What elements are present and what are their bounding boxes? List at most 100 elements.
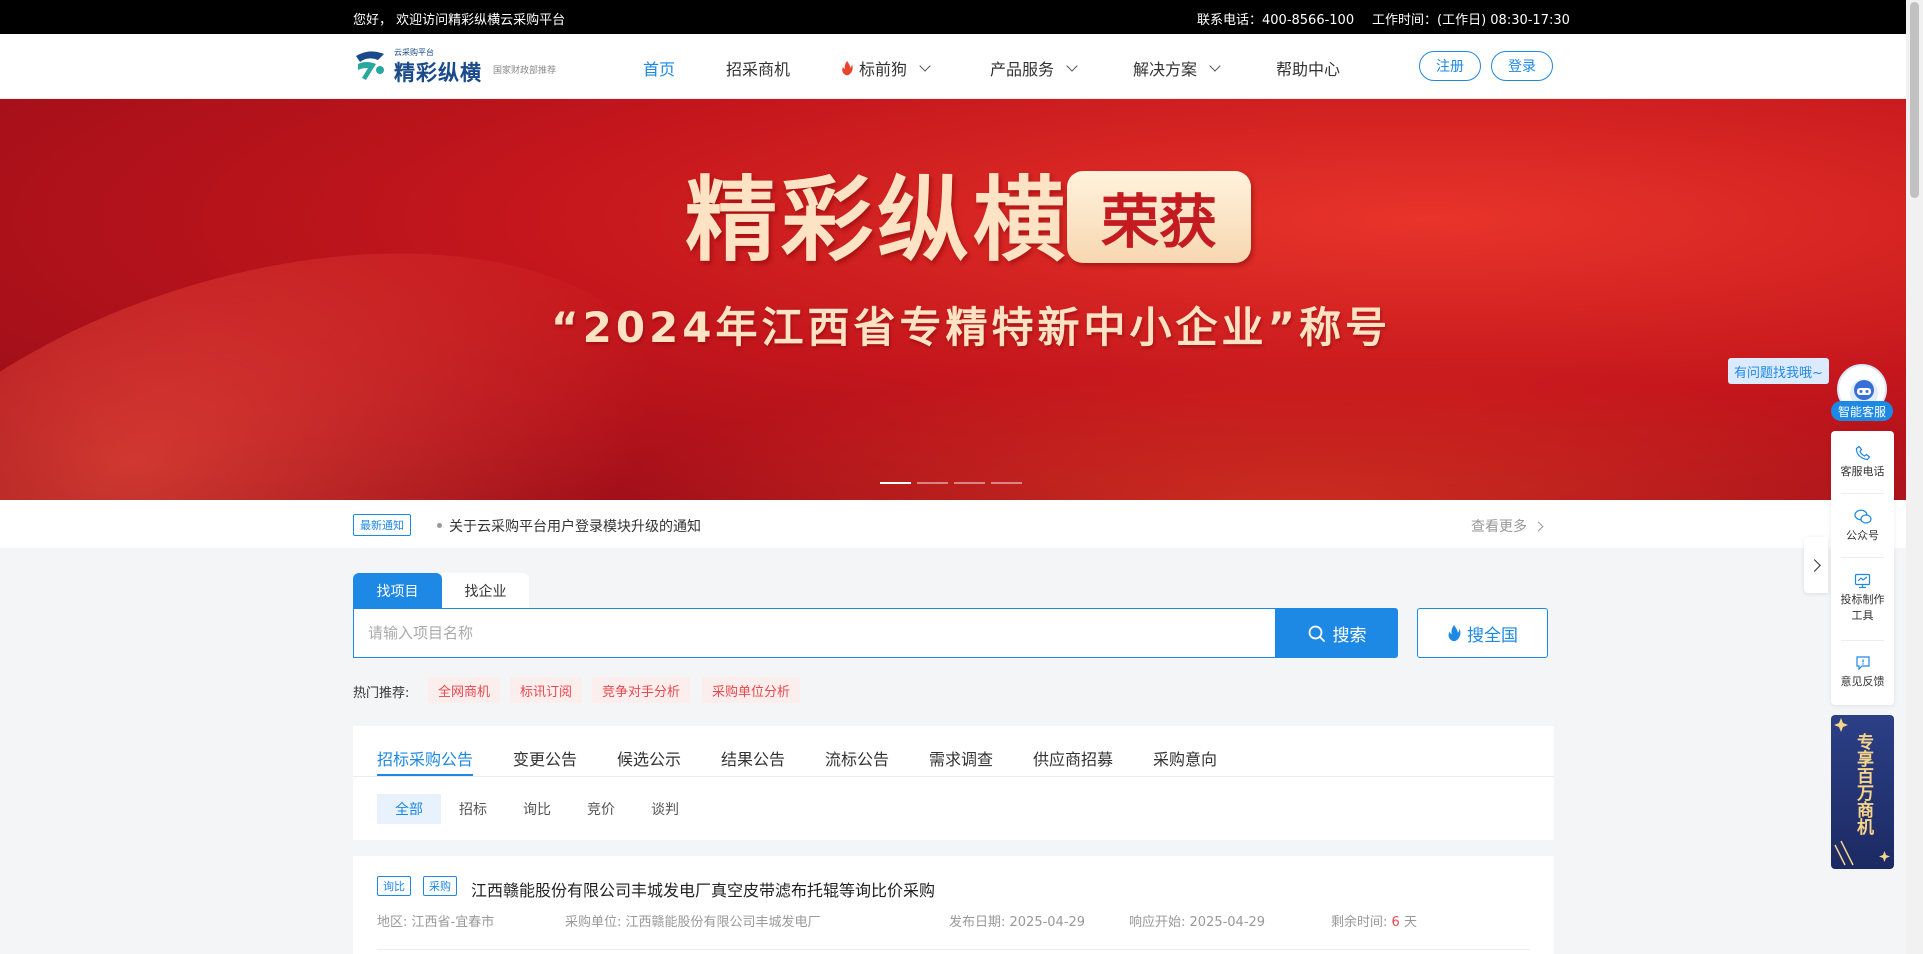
carousel-dot[interactable] bbox=[880, 482, 911, 484]
tab-bidding-announcement[interactable]: 招标采购公告 bbox=[377, 746, 473, 770]
wechat-icon bbox=[1853, 509, 1872, 524]
side-wechat-label: 公众号 bbox=[1846, 529, 1879, 542]
side-feedback-label: 意见反馈 bbox=[1840, 675, 1885, 688]
remaining-value: 6 bbox=[1391, 915, 1400, 930]
working-hours: 工作时间：(工作日) 08:30-17:30 bbox=[1372, 13, 1570, 28]
hot-tag[interactable]: 全网商机 bbox=[428, 677, 501, 703]
tab-procurement-intention[interactable]: 采购意向 bbox=[1153, 746, 1217, 770]
side-bid-tool[interactable]: 投标制作工具 bbox=[1831, 573, 1894, 624]
tab-failed-announcement[interactable]: 流标公告 bbox=[825, 746, 889, 770]
tab-find-project[interactable]: 找项目 bbox=[353, 573, 442, 608]
tab-change-announcement[interactable]: 变更公告 bbox=[513, 746, 577, 770]
tab-find-enterprise[interactable]: 找企业 bbox=[442, 573, 529, 608]
chevron-right-icon bbox=[1533, 521, 1544, 531]
notice-tag: 最新通知 bbox=[353, 514, 411, 536]
subtab-inquiry[interactable]: 询比 bbox=[505, 794, 569, 824]
promo-banner[interactable]: 专享百万商机 bbox=[1831, 715, 1894, 869]
search-input[interactable] bbox=[353, 608, 1276, 658]
chevron-right-icon bbox=[1807, 558, 1821, 572]
promo-text: 专享百万商机 bbox=[1853, 733, 1873, 835]
fire-icon bbox=[1448, 624, 1461, 641]
site-header: 云采购平台 精彩纵横 国家财政部推荐 首页 招采商机 标前狗 产品服务 解决方案… bbox=[0, 34, 1906, 99]
list-item[interactable]: 询比 采购 江西赣能股份有限公司丰城发电厂真空皮带滤布托辊等询比价采购 地区: … bbox=[353, 856, 1554, 954]
hot-tag[interactable]: 采购单位分析 bbox=[702, 677, 801, 703]
subtab-auction[interactable]: 竞价 bbox=[569, 794, 633, 824]
nav-solutions-label: 解决方案 bbox=[1133, 60, 1198, 79]
hero-banner[interactable]: 精彩纵横 荣获 “2024年江西省专精特新中小企业”称号 bbox=[0, 99, 1906, 500]
tab-result-announcement[interactable]: 结果公告 bbox=[721, 746, 785, 770]
side-feedback[interactable]: 意见反馈 bbox=[1831, 655, 1894, 690]
top-info-bar: 您好， 欢迎访问精彩纵横云采购平台 联系电话：400-8566-100 工作时间… bbox=[0, 0, 1906, 34]
side-bid-tool-label: 投标制作工具 bbox=[1840, 593, 1885, 622]
remaining-unit: 天 bbox=[1403, 915, 1417, 930]
divider bbox=[1841, 493, 1884, 494]
list-item-response-start: 响应开始: 2025-04-29 bbox=[1129, 915, 1266, 930]
phone-icon bbox=[1855, 445, 1870, 461]
page-scrollbar[interactable] bbox=[1906, 0, 1923, 954]
nav-biaoqiangou-label: 标前狗 bbox=[859, 60, 908, 79]
search-button-label: 搜索 bbox=[1332, 625, 1367, 646]
nav-opportunities-label: 招采商机 bbox=[726, 60, 791, 79]
banner-subtitle: “2024年江西省专精特新中小企业”称号 bbox=[551, 303, 1392, 352]
nav-home[interactable]: 首页 bbox=[643, 56, 675, 80]
tab-demand-survey[interactable]: 需求调查 bbox=[929, 746, 993, 770]
notice-link[interactable]: 关于云采购平台用户登录模块升级的通知 bbox=[449, 516, 701, 536]
monitor-icon bbox=[1854, 573, 1871, 589]
expand-panel-button[interactable] bbox=[1804, 537, 1828, 593]
notice-more-link[interactable]: 查看更多 bbox=[1471, 516, 1544, 536]
subtab-bidding[interactable]: 招标 bbox=[441, 794, 505, 824]
subtab-all[interactable]: 全部 bbox=[377, 794, 441, 824]
type-tag: 询比 bbox=[377, 876, 411, 896]
nav-help[interactable]: 帮助中心 bbox=[1276, 56, 1340, 80]
tab-candidate-publicity[interactable]: 候选公示 bbox=[617, 746, 681, 770]
site-logo[interactable]: 云采购平台 精彩纵横 bbox=[352, 46, 487, 86]
nav-solutions[interactable]: 解决方案 bbox=[1133, 56, 1221, 80]
subtab-negotiation[interactable]: 谈判 bbox=[633, 794, 697, 824]
carousel-dot[interactable] bbox=[991, 482, 1022, 484]
tab-supplier-recruitment[interactable]: 供应商招募 bbox=[1033, 746, 1113, 770]
list-item-remaining: 剩余时间: 6 天 bbox=[1331, 911, 1417, 930]
carousel-dot[interactable] bbox=[917, 482, 948, 484]
scrollbar-thumb[interactable] bbox=[1910, 2, 1919, 198]
logo-mark-icon bbox=[356, 51, 384, 80]
fire-icon bbox=[842, 60, 853, 75]
help-bubble[interactable]: 有问题找我哦~ bbox=[1728, 358, 1829, 384]
logo-subtitle: 国家财政部推荐 bbox=[493, 66, 557, 76]
search-icon bbox=[1308, 625, 1325, 642]
banner-decor bbox=[600, 359, 1906, 500]
hot-tag[interactable]: 标讯订阅 bbox=[510, 677, 583, 703]
list-item-buyer: 采购单位: 江西赣能股份有限公司丰城发电厂 bbox=[565, 915, 821, 930]
nav-help-label: 帮助中心 bbox=[1276, 60, 1341, 79]
login-button[interactable]: 登录 bbox=[1491, 51, 1553, 81]
side-customer-phone[interactable]: 客服电话 bbox=[1831, 445, 1894, 480]
contact-phone: 联系电话：400-8566-100 bbox=[1197, 13, 1355, 28]
type-tag: 采购 bbox=[423, 876, 457, 896]
side-wechat-official[interactable]: 公众号 bbox=[1831, 509, 1894, 544]
list-item-title[interactable]: 江西赣能股份有限公司丰城发电厂真空皮带滤布托辊等询比价采购 bbox=[471, 877, 935, 901]
nav-biaoqiangou[interactable]: 标前狗 bbox=[841, 56, 931, 80]
divider bbox=[1841, 640, 1884, 641]
announcement-category-panel: 招标采购公告 变更公告 候选公示 结果公告 流标公告 需求调查 供应商招募 采购… bbox=[353, 726, 1554, 840]
welcome-text: 您好， 欢迎访问精彩纵横云采购平台 bbox=[353, 13, 566, 28]
banner-title: 精彩纵横 bbox=[685, 166, 1070, 274]
banner-badge: 荣获 bbox=[1067, 171, 1251, 263]
divider bbox=[353, 776, 1554, 777]
carousel-dot[interactable] bbox=[954, 482, 985, 484]
smart-service-label[interactable]: 智能客服 bbox=[1831, 401, 1893, 421]
chevron-down-icon bbox=[1209, 59, 1221, 72]
logo-name: 精彩纵横 bbox=[394, 61, 482, 85]
search-button[interactable]: 搜索 bbox=[1276, 608, 1398, 658]
notice-more-label: 查看更多 bbox=[1471, 519, 1527, 535]
register-button[interactable]: 注册 bbox=[1419, 51, 1481, 81]
remaining-label: 剩余时间: bbox=[1331, 915, 1388, 930]
divider bbox=[1841, 557, 1884, 558]
carousel-indicators bbox=[880, 482, 1022, 484]
search-nationwide-button[interactable]: 搜全国 bbox=[1417, 608, 1548, 658]
feedback-icon bbox=[1855, 656, 1870, 671]
nav-products[interactable]: 产品服务 bbox=[990, 56, 1078, 80]
nav-opportunities[interactable]: 招采商机 bbox=[726, 56, 790, 80]
hot-tag[interactable]: 竞争对手分析 bbox=[592, 677, 691, 703]
side-customer-phone-label: 客服电话 bbox=[1840, 465, 1885, 478]
list-item-publish-date: 发布日期: 2025-04-29 bbox=[949, 915, 1086, 930]
hot-recommend-label: 热门推荐: bbox=[353, 686, 410, 701]
